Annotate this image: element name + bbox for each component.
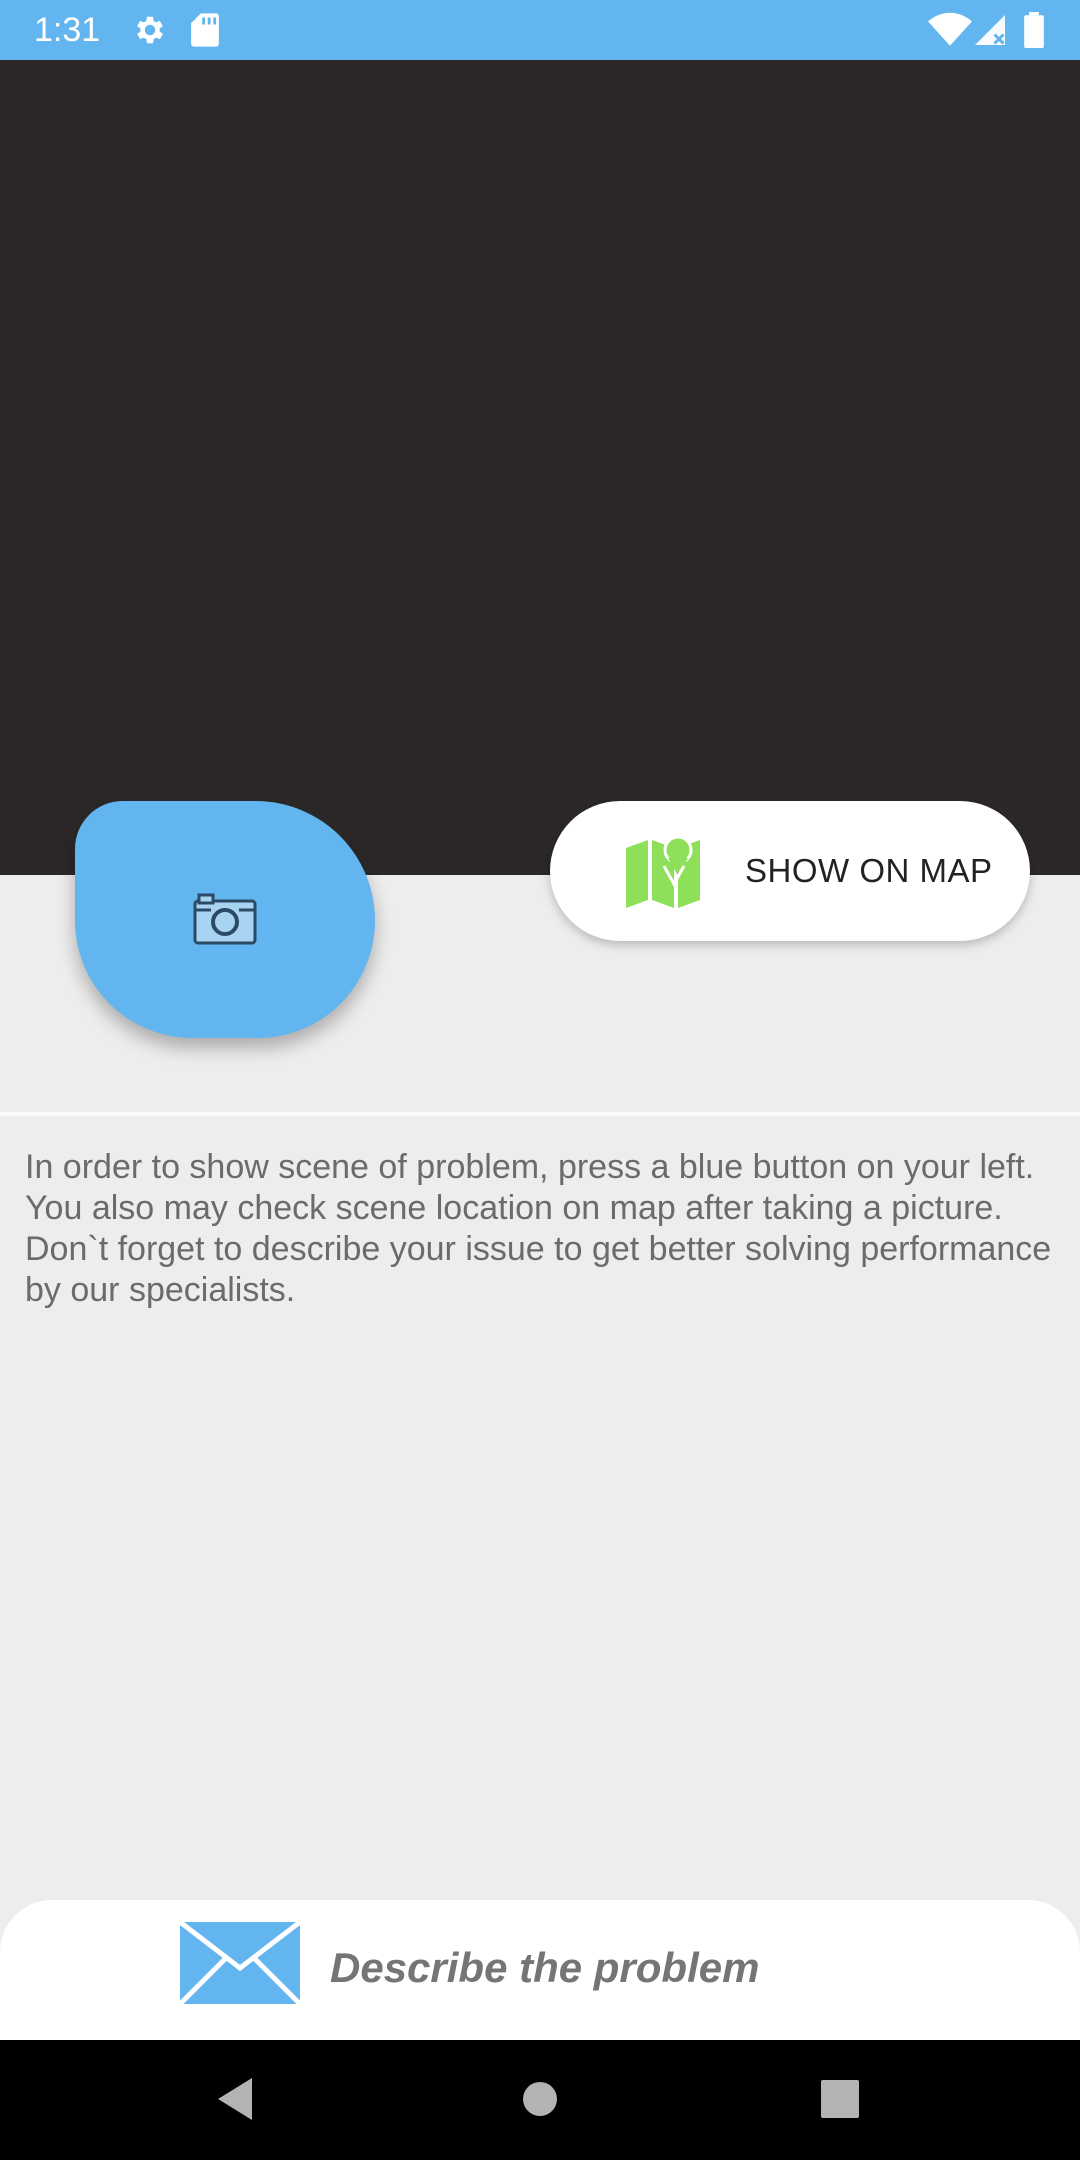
show-on-map-button[interactable]: SHOW ON MAP — [550, 801, 1030, 941]
status-bar: 1:31 — [0, 0, 1080, 60]
battery-icon — [1024, 12, 1044, 53]
envelope-icon — [178, 1920, 302, 2009]
status-time: 1:31 — [34, 11, 101, 49]
gear-icon — [132, 12, 168, 53]
back-icon[interactable] — [218, 2078, 254, 2125]
map-icon — [624, 835, 704, 913]
screen: 1:31 SHOW ON MAP In order to show scene … — [0, 0, 1080, 2160]
show-on-map-label: SHOW ON MAP — [745, 852, 993, 889]
divider — [0, 1112, 1080, 1116]
instructions-text: In order to show scene of problem, press… — [25, 1148, 1052, 1309]
signal-icon — [972, 12, 1008, 53]
describe-problem-label: Describe the problem — [330, 1944, 760, 1991]
wifi-icon — [928, 12, 972, 53]
camera-icon — [193, 893, 257, 950]
recents-icon[interactable] — [821, 2078, 859, 2125]
describe-problem-button[interactable]: Describe the problem — [0, 1900, 1080, 2040]
camera-preview — [0, 60, 1080, 875]
home-icon[interactable] — [522, 2078, 558, 2125]
sd-card-icon — [188, 12, 222, 53]
take-photo-button[interactable] — [75, 801, 375, 1038]
navigation-bar — [0, 2040, 1080, 2160]
